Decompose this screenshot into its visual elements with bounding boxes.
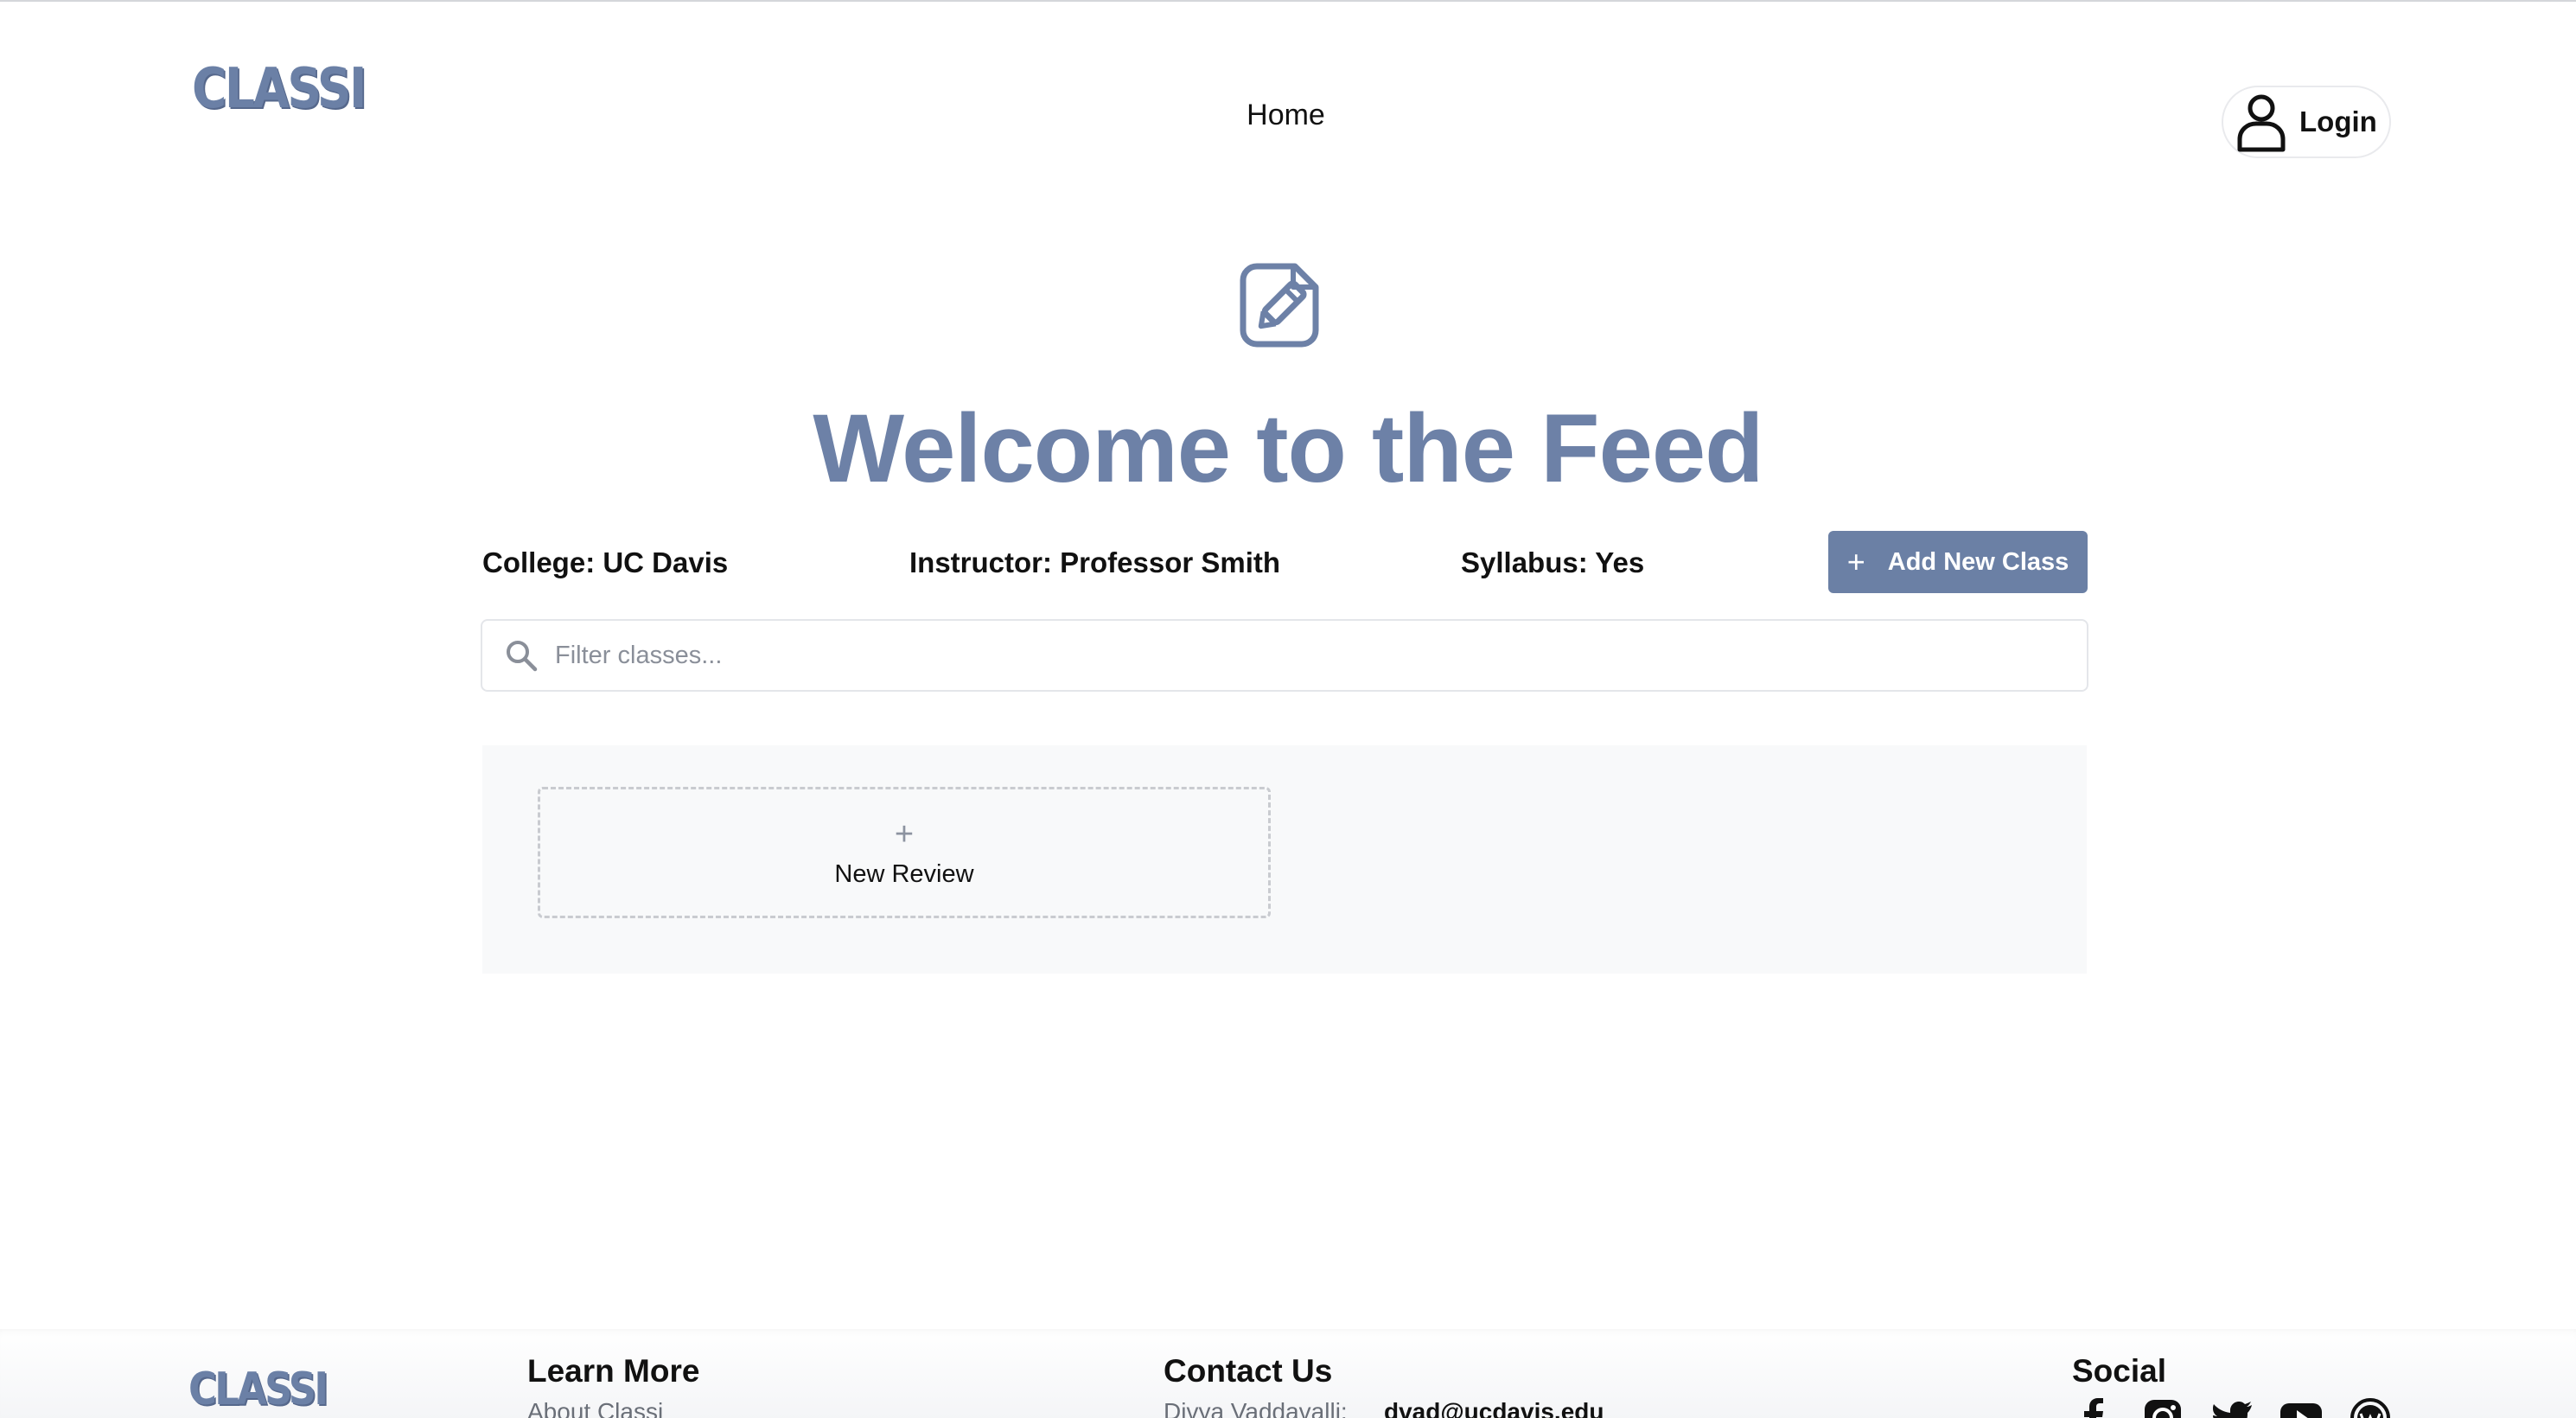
nav-home-link[interactable]: Home [1210, 99, 1361, 132]
instagram-icon[interactable] [2141, 1398, 2184, 1418]
instructor-filter-label: Instructor: Professor Smith [909, 546, 1281, 578]
search-box[interactable] [481, 619, 2088, 692]
page-title: Welcome to the Feed [813, 394, 1763, 502]
facebook-icon[interactable] [2072, 1398, 2115, 1418]
filter-classes-input[interactable] [555, 629, 2087, 681]
footer: CLASSI Learn More About Classi Contact U… [0, 1329, 2576, 1418]
new-review-card[interactable]: + New Review [538, 787, 1271, 918]
footer-logo[interactable]: CLASSI [188, 1364, 328, 1415]
syllabus-filter-label: Syllabus: Yes [1461, 546, 1645, 578]
contact-name: Divya Vaddavalli: [1164, 1398, 1348, 1418]
plus-icon: + [1846, 544, 1865, 579]
contact-email-link[interactable]: dvad@ucdavis.edu [1384, 1398, 1604, 1418]
login-label: Login [2299, 105, 2377, 137]
social-heading: Social [2072, 1353, 2166, 1389]
contact-us-heading: Contact Us [1164, 1353, 1333, 1389]
login-button[interactable]: Login [2222, 86, 2391, 158]
twitter-icon[interactable] [2210, 1398, 2254, 1418]
feed-panel: + New Review [482, 745, 2087, 974]
social-links [2072, 1398, 2392, 1418]
wordpress-icon[interactable] [2349, 1398, 2392, 1418]
add-new-class-button[interactable]: + Add New Class [1828, 531, 2088, 593]
college-filter-label: College: UC Davis [482, 546, 729, 578]
pencil-note-icon [1240, 263, 1319, 348]
user-icon [2237, 94, 2286, 152]
about-classi-link[interactable]: About Classi [527, 1398, 663, 1418]
new-review-label: New Review [834, 859, 974, 888]
add-new-class-label: Add New Class [1887, 547, 2069, 576]
plus-icon: + [894, 815, 915, 853]
search-icon [507, 641, 538, 672]
youtube-icon[interactable] [2280, 1398, 2323, 1418]
site-logo[interactable]: CLASSI [192, 57, 367, 126]
learn-more-heading: Learn More [527, 1353, 700, 1389]
